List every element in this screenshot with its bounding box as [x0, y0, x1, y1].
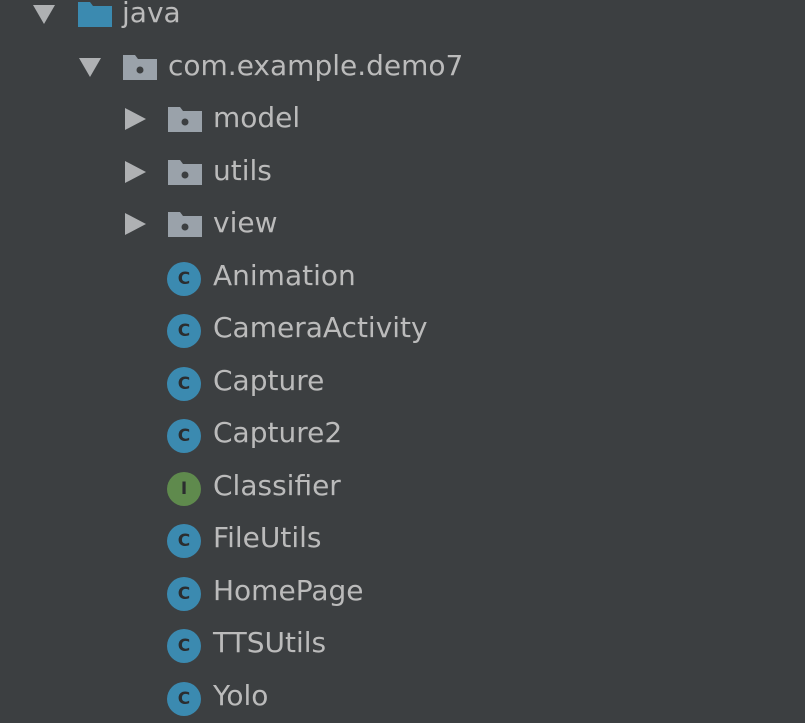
class-icon: C — [167, 419, 201, 453]
class-icon: C — [167, 682, 201, 716]
tree-node-class-animation[interactable]: C Animation — [0, 251, 805, 304]
tree-node-label: CameraActivity — [213, 311, 428, 345]
class-icon: C — [167, 262, 201, 296]
project-tree: java com.example.demo7 model utils — [0, 0, 805, 723]
expand-arrow-down-icon[interactable] — [33, 5, 55, 24]
tree-node-class-cameraactivity[interactable]: C CameraActivity — [0, 303, 805, 356]
package-folder-icon — [167, 156, 203, 186]
tree-node-class-capture[interactable]: C Capture — [0, 356, 805, 409]
tree-node-package-model[interactable]: model — [0, 93, 805, 146]
class-icon: C — [167, 577, 201, 611]
tree-node-label: Capture2 — [213, 416, 342, 450]
tree-node-label: TTSUtils — [213, 626, 326, 660]
package-folder-icon — [167, 208, 203, 238]
expand-arrow-right-icon[interactable] — [125, 161, 146, 183]
tree-node-interface-classifier[interactable]: I Classifier — [0, 461, 805, 514]
tree-node-java[interactable]: java — [0, 0, 805, 41]
tree-node-class-ttsutils[interactable]: C TTSUtils — [0, 618, 805, 671]
tree-node-class-homepage[interactable]: C HomePage — [0, 566, 805, 619]
tree-node-label: HomePage — [213, 574, 363, 608]
class-icon: C — [167, 524, 201, 558]
expand-arrow-right-icon[interactable] — [125, 108, 146, 130]
tree-node-label: FileUtils — [213, 521, 321, 555]
tree-node-label: Animation — [213, 259, 356, 293]
tree-node-class-yolo[interactable]: C Yolo — [0, 671, 805, 723]
tree-node-label: com.example.demo7 — [168, 49, 463, 83]
tree-node-class-capture2[interactable]: C Capture2 — [0, 408, 805, 461]
class-icon: C — [167, 367, 201, 401]
tree-node-label: Yolo — [213, 679, 268, 713]
source-folder-icon — [77, 0, 113, 28]
tree-node-label: view — [213, 206, 277, 240]
tree-node-class-fileutils[interactable]: C FileUtils — [0, 513, 805, 566]
tree-node-package-com-example-demo7[interactable]: com.example.demo7 — [0, 41, 805, 94]
expand-arrow-right-icon[interactable] — [125, 213, 146, 235]
tree-node-label: Classifier — [213, 469, 341, 503]
tree-node-label: java — [122, 0, 181, 30]
tree-node-label: Capture — [213, 364, 324, 398]
tree-node-label: utils — [213, 154, 272, 188]
tree-node-label: model — [213, 101, 300, 135]
interface-icon: I — [167, 472, 201, 506]
package-folder-icon — [122, 51, 158, 81]
expand-arrow-down-icon[interactable] — [79, 58, 101, 77]
package-folder-icon — [167, 103, 203, 133]
tree-node-package-view[interactable]: view — [0, 198, 805, 251]
tree-node-package-utils[interactable]: utils — [0, 146, 805, 199]
class-icon: C — [167, 629, 201, 663]
class-icon: C — [167, 314, 201, 348]
